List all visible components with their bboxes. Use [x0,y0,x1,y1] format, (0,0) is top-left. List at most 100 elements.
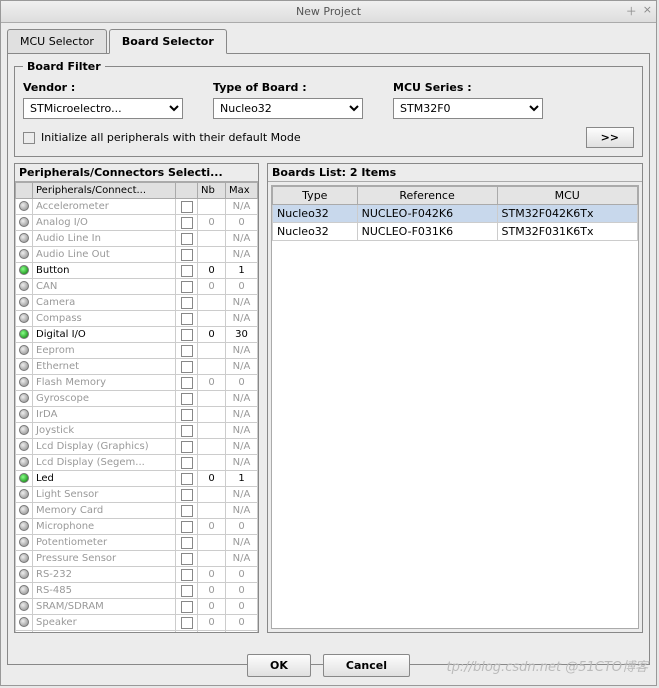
periph-checkbox[interactable] [181,537,193,549]
status-dot-icon [19,281,29,291]
periph-checkbox[interactable] [181,233,193,245]
status-dot-icon [19,521,29,531]
boards-panel: Boards List: 2 Items Type Reference MCU … [267,163,643,633]
periph-header-max[interactable]: Max [226,183,258,199]
periph-row[interactable]: GyroscopeN/A [16,391,258,407]
periph-row[interactable]: EepromN/A [16,343,258,359]
periph-row[interactable]: Temperature SensorN/A [16,631,258,633]
periph-row[interactable]: AccelerometerN/A [16,199,258,215]
vendor-label: Vendor : [23,81,183,94]
periph-checkbox[interactable] [181,617,193,629]
periph-header-nb[interactable]: Nb [198,183,226,199]
periph-checkbox[interactable] [181,217,193,229]
periph-max: N/A [226,231,258,247]
status-dot-icon [19,377,29,387]
tab-board-selector[interactable]: Board Selector [109,29,227,54]
boards-header-type[interactable]: Type [273,187,358,205]
periph-checkbox[interactable] [181,425,193,437]
periph-nb [198,343,226,359]
periph-checkbox[interactable] [181,505,193,517]
close-icon[interactable]: × [643,3,652,19]
titlebar[interactable]: New Project ＋ × [1,1,656,23]
periph-max: 30 [226,327,258,343]
ok-button[interactable]: OK [247,654,311,677]
periph-row[interactable]: Pressure SensorN/A [16,551,258,567]
boards-header-mcu[interactable]: MCU [497,187,638,205]
periph-row[interactable]: SRAM/SDRAM00 [16,599,258,615]
periph-row[interactable]: Audio Line OutN/A [16,247,258,263]
periph-row[interactable]: EthernetN/A [16,359,258,375]
status-dot-icon [19,393,29,403]
periph-row[interactable]: Analog I/O00 [16,215,258,231]
periph-checkbox[interactable] [181,361,193,373]
boards-header-ref[interactable]: Reference [357,187,497,205]
status-dot-icon [19,569,29,579]
periph-row[interactable]: CompassN/A [16,311,258,327]
board-row[interactable]: Nucleo32NUCLEO-F031K6STM32F031K6Tx [273,223,638,241]
periph-row[interactable]: IrDA N/A [16,407,258,423]
periph-row[interactable]: Led01 [16,471,258,487]
periph-row[interactable]: Flash Memory00 [16,375,258,391]
periph-name: IrDA [33,407,176,423]
status-dot-icon [19,217,29,227]
periph-row[interactable]: CameraN/A [16,295,258,311]
vendor-select[interactable]: STMicroelectro... [23,98,183,119]
periph-nb: 0 [198,567,226,583]
periph-max: 0 [226,599,258,615]
periph-nb [198,199,226,215]
periph-checkbox[interactable] [181,409,193,421]
status-dot-icon [19,473,29,483]
periph-row[interactable]: Digital I/O030 [16,327,258,343]
expand-button[interactable]: >> [586,127,634,148]
periph-checkbox[interactable] [181,553,193,565]
periph-checkbox[interactable] [181,265,193,277]
periph-row[interactable]: JoystickN/A [16,423,258,439]
periph-checkbox[interactable] [181,457,193,469]
periph-max: N/A [226,407,258,423]
periph-checkbox[interactable] [181,313,193,325]
periph-checkbox[interactable] [181,249,193,261]
cancel-button[interactable]: Cancel [323,654,410,677]
periph-checkbox[interactable] [181,473,193,485]
periph-name: RS-485 [33,583,176,599]
init-checkbox[interactable] [23,132,35,144]
board-filter-group: Board Filter Vendor : STMicroelectro... … [14,60,643,157]
periph-max: N/A [226,359,258,375]
periph-checkbox[interactable] [181,585,193,597]
periph-checkbox[interactable] [181,601,193,613]
periph-nb: 0 [198,615,226,631]
periph-checkbox[interactable] [181,345,193,357]
status-dot-icon [19,345,29,355]
minimize-icon[interactable]: ＋ [626,3,637,19]
peripherals-scroll[interactable]: Peripherals/Connect... Nb Max Accelerome… [15,182,258,632]
periph-row[interactable]: Button01 [16,263,258,279]
type-select[interactable]: Nucleo32 [213,98,363,119]
periph-checkbox[interactable] [181,489,193,501]
periph-row[interactable]: Lcd Display (Segem...N/A [16,455,258,471]
periph-row[interactable]: RS-48500 [16,583,258,599]
periph-row[interactable]: Audio Line InN/A [16,231,258,247]
periph-row[interactable]: RS-23200 [16,567,258,583]
periph-max: N/A [226,295,258,311]
periph-row[interactable]: Microphone00 [16,519,258,535]
periph-row[interactable]: Speaker00 [16,615,258,631]
periph-checkbox[interactable] [181,329,193,341]
periph-checkbox[interactable] [181,393,193,405]
periph-checkbox[interactable] [181,441,193,453]
periph-row[interactable]: Lcd Display (Graphics)N/A [16,439,258,455]
tab-mcu-selector[interactable]: MCU Selector [7,29,107,53]
periph-checkbox[interactable] [181,281,193,293]
periph-checkbox[interactable] [181,521,193,533]
periph-checkbox[interactable] [181,297,193,309]
periph-row[interactable]: Memory CardN/A [16,503,258,519]
periph-row[interactable]: Light SensorN/A [16,487,258,503]
board-row[interactable]: Nucleo32NUCLEO-F042K6STM32F042K6Tx [273,205,638,223]
periph-row[interactable]: PotentiometerN/A [16,535,258,551]
series-select[interactable]: STM32F0 [393,98,543,119]
periph-checkbox[interactable] [181,377,193,389]
periph-header-name[interactable]: Peripherals/Connect... [33,183,176,199]
periph-row[interactable]: CAN00 [16,279,258,295]
board-mcu: STM32F042K6Tx [497,205,638,223]
periph-checkbox[interactable] [181,201,193,213]
periph-checkbox[interactable] [181,569,193,581]
